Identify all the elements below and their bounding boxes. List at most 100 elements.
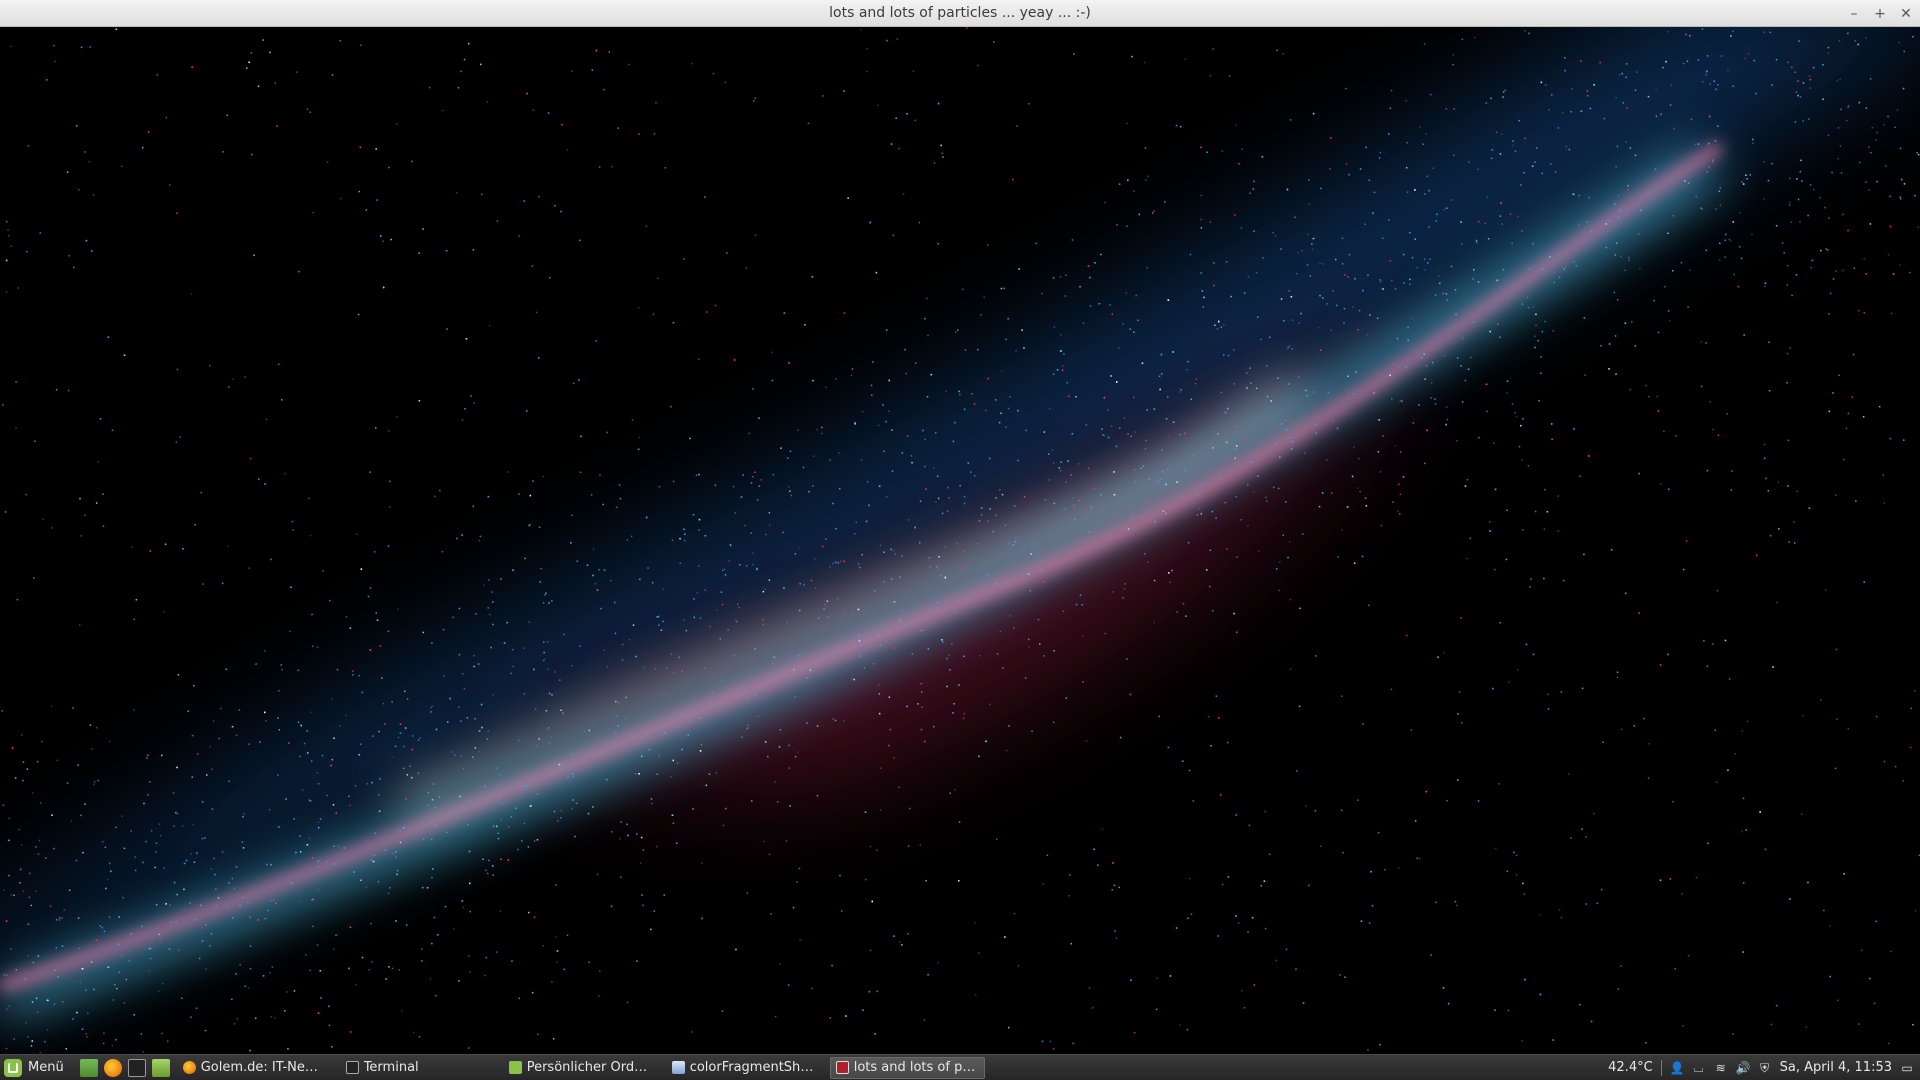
particle xyxy=(1546,511,1549,513)
particle xyxy=(987,377,989,380)
particle xyxy=(1217,935,1219,937)
particle xyxy=(1247,484,1249,486)
particle xyxy=(995,497,997,499)
minimize-button[interactable]: – xyxy=(1846,6,1862,22)
particle xyxy=(1497,323,1499,325)
particle xyxy=(1620,256,1622,258)
particle xyxy=(10,948,12,950)
close-button[interactable]: ✕ xyxy=(1898,6,1914,22)
particle xyxy=(87,1012,89,1014)
particle xyxy=(944,576,947,579)
particle xyxy=(276,125,278,127)
task-shader-editor[interactable]: colorFragmentShade... xyxy=(667,1057,822,1079)
particle xyxy=(1115,937,1118,939)
particle xyxy=(979,654,981,657)
show-desktop-icon[interactable] xyxy=(79,1058,98,1077)
particle xyxy=(538,357,540,359)
particle xyxy=(691,1031,693,1033)
particle xyxy=(1624,269,1626,272)
particle xyxy=(1341,809,1343,812)
terminal-icon[interactable] xyxy=(127,1058,146,1077)
task-particles[interactable]: lots and lots of particl... xyxy=(829,1056,985,1079)
particle xyxy=(900,610,903,612)
particle xyxy=(469,910,471,913)
task-golem[interactable]: Golem.de: IT-News f... xyxy=(178,1057,333,1079)
particle xyxy=(201,837,204,840)
particle xyxy=(622,643,624,646)
particle xyxy=(664,167,667,169)
maximize-button[interactable]: + xyxy=(1872,6,1888,22)
particle xyxy=(716,609,718,611)
particle xyxy=(999,630,1002,633)
particle xyxy=(269,51,271,54)
particle xyxy=(1609,219,1611,222)
firefox-icon xyxy=(182,1061,196,1074)
particle xyxy=(1565,145,1568,148)
particle xyxy=(358,190,360,193)
particle xyxy=(765,533,767,536)
particle xyxy=(1386,355,1388,357)
particle xyxy=(125,978,128,981)
particle xyxy=(290,586,292,589)
particle xyxy=(6,974,8,976)
menu-button[interactable]: Menü xyxy=(0,1055,72,1080)
folder-icon[interactable] xyxy=(151,1058,170,1077)
particle xyxy=(1068,395,1070,398)
particle xyxy=(578,379,580,381)
clock[interactable]: Sa, April 4, 11:53 xyxy=(1780,1060,1892,1075)
particle xyxy=(1357,329,1359,331)
particle xyxy=(663,732,666,734)
particle xyxy=(1732,30,1734,33)
particle xyxy=(1572,193,1575,195)
particle xyxy=(76,1011,78,1014)
particle xyxy=(387,545,390,547)
particle xyxy=(1910,707,1913,710)
particle xyxy=(868,504,870,507)
firefox-icon[interactable] xyxy=(103,1058,122,1077)
particle xyxy=(458,980,460,982)
keyboard-icon[interactable]: ⌴ xyxy=(1692,1061,1706,1075)
particle xyxy=(595,340,597,342)
task-home-folder[interactable]: Persönlicher Ordner xyxy=(504,1057,659,1079)
particle xyxy=(382,240,384,242)
volume-icon[interactable]: 🔊 xyxy=(1736,1061,1751,1075)
particle xyxy=(142,146,144,149)
window-titlebar[interactable]: lots and lots of particles ... yeay ... … xyxy=(0,0,1920,27)
particle xyxy=(1341,695,1343,697)
particle xyxy=(1184,58,1187,60)
particle xyxy=(1407,339,1409,342)
particle xyxy=(1749,174,1751,176)
particle xyxy=(1775,1004,1778,1007)
particle xyxy=(382,286,385,289)
particle xyxy=(134,856,137,858)
particle xyxy=(1494,488,1497,491)
particle xyxy=(427,791,430,794)
particle xyxy=(1682,1025,1684,1027)
particle xyxy=(941,512,944,515)
particle xyxy=(1409,283,1411,285)
particle xyxy=(608,51,610,53)
particle xyxy=(698,529,700,531)
particle xyxy=(1161,470,1164,473)
particle xyxy=(1706,469,1709,472)
particle xyxy=(11,747,14,749)
particle xyxy=(767,755,769,758)
show-desktop-icon[interactable]: ▭ xyxy=(1900,1061,1914,1075)
task-terminal[interactable]: Terminal xyxy=(341,1057,496,1079)
particle xyxy=(909,807,911,810)
update-shield-icon[interactable]: ⛨ xyxy=(1758,1061,1772,1075)
particle xyxy=(277,717,279,719)
particle xyxy=(1775,225,1778,227)
particle xyxy=(1233,612,1235,615)
user-icon[interactable]: 👤 xyxy=(1670,1061,1685,1075)
wifi-icon[interactable]: ≋ xyxy=(1714,1061,1728,1075)
particle xyxy=(864,811,867,813)
particle xyxy=(850,374,853,377)
particle xyxy=(1644,193,1646,196)
particle xyxy=(1130,979,1132,981)
particle xyxy=(1066,382,1068,384)
particle xyxy=(303,742,306,745)
particle xyxy=(885,421,887,423)
particle-canvas[interactable] xyxy=(0,27,1920,1054)
particle xyxy=(1153,210,1155,212)
